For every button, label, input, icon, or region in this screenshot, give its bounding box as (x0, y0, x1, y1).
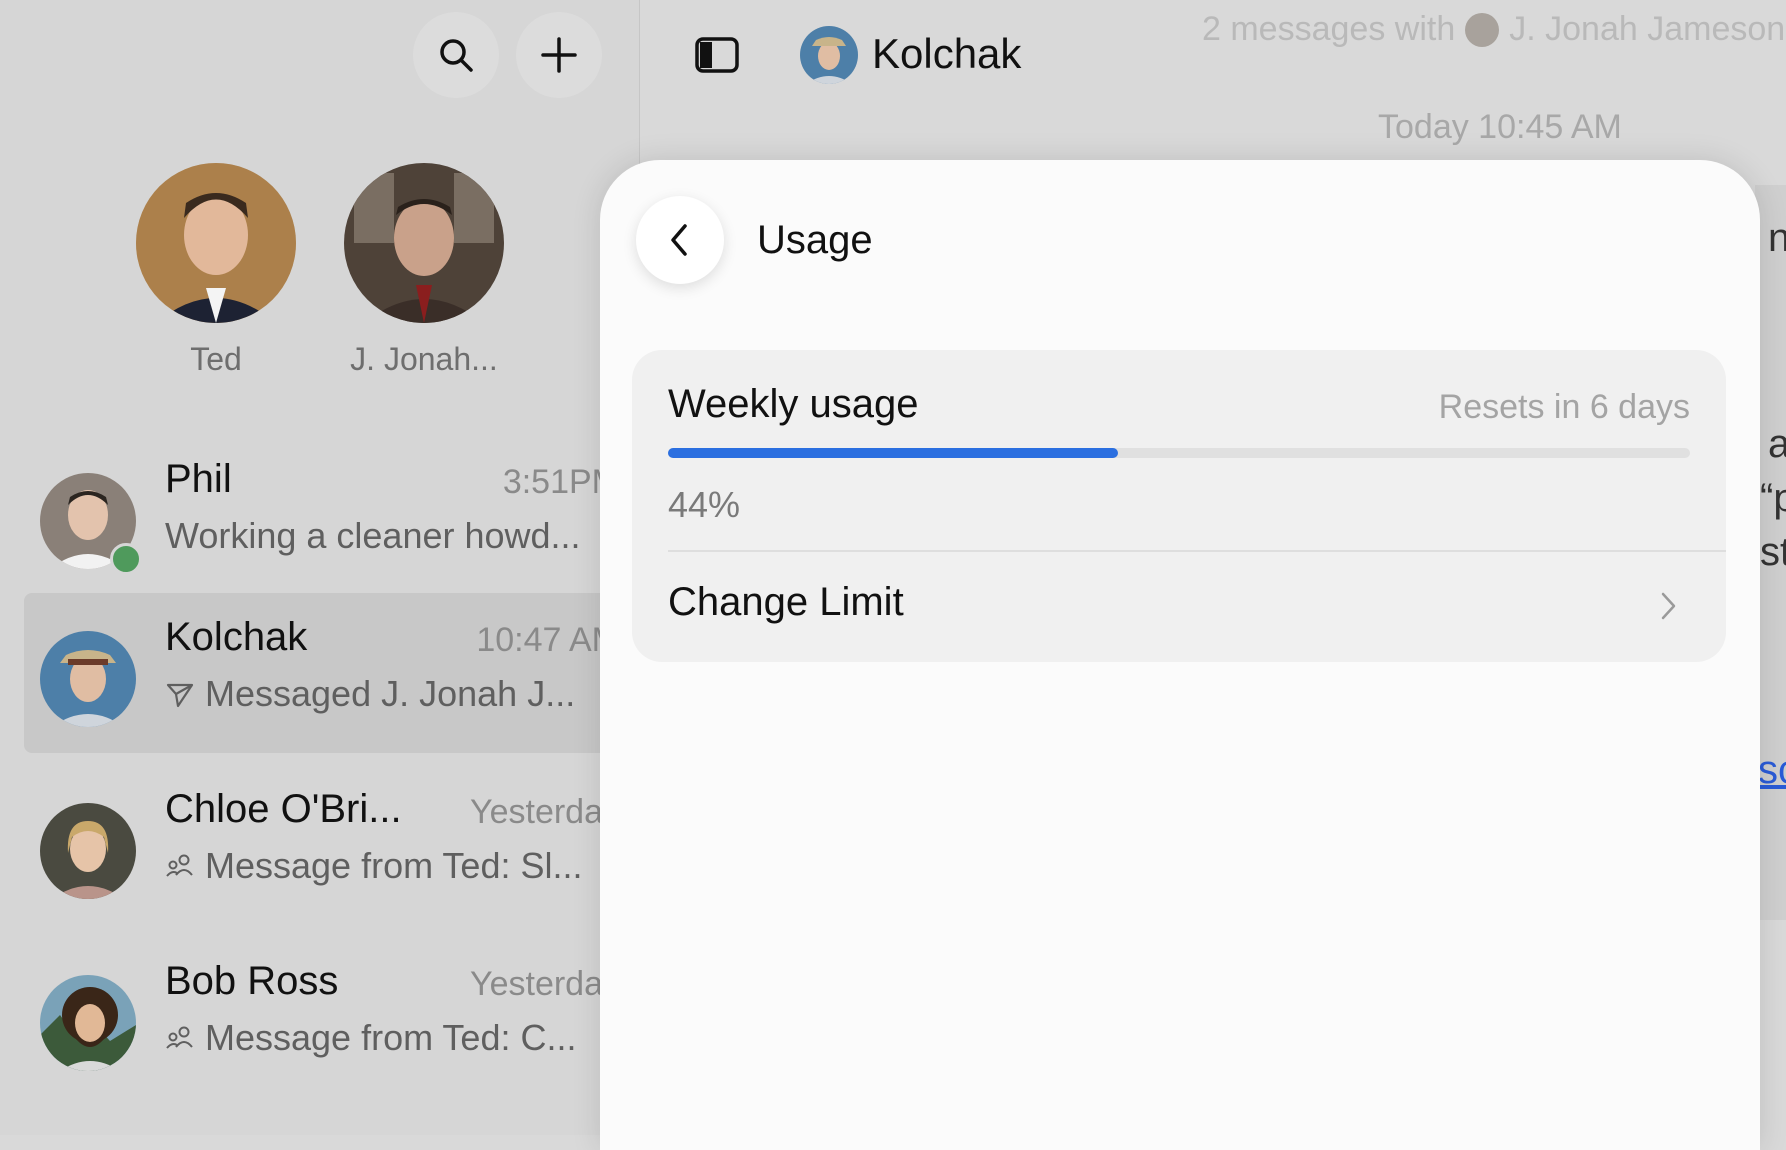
sidebar-toggle-button[interactable] (695, 36, 739, 79)
preview-text: Working a cleaner howd... (165, 515, 581, 556)
conversation-item-chloe[interactable]: Chloe O'Bri... Yesterday Message from Te… (24, 765, 640, 925)
avatar (40, 803, 136, 899)
usage-sheet: Usage Weekly usage Resets in 6 days 44% … (600, 160, 1760, 1150)
people-icon (166, 854, 193, 877)
new-chat-button[interactable] (516, 12, 602, 98)
usage-percent: 44% (668, 484, 741, 525)
usage-card: Weekly usage Resets in 6 days 44% Change… (632, 350, 1726, 662)
conversation-item-kolchak[interactable]: Kolchak 10:47 AM Messaged J. Jonah J... (24, 593, 640, 753)
contact-name: J. Jonah Jameson (1509, 10, 1786, 48)
send-icon (166, 683, 194, 708)
conversation-preview: Message from Ted: C... (165, 1017, 576, 1059)
avatar (40, 975, 136, 1071)
sidebar-icon (695, 37, 739, 73)
preview-text: Messaged J. Jonah J... (205, 673, 576, 714)
conversation-item-bob-ross[interactable]: Bob Ross Yesterday Message from Ted: C..… (24, 937, 640, 1097)
preview-text: Message from Ted: Sl... (205, 845, 583, 886)
conversation-name: Phil (165, 457, 232, 501)
avatar (40, 631, 136, 727)
weekly-usage-label: Weekly usage (668, 382, 919, 426)
message-count-banner: 2 messages with J. Jonah Jameson (1202, 10, 1785, 49)
message-link[interactable]: sc (1758, 748, 1786, 793)
chevron-left-icon (671, 224, 687, 256)
pinned-contact-name: Ted (190, 341, 242, 377)
change-limit-row[interactable]: Change Limit (668, 580, 904, 625)
pinned-contact-ted[interactable]: Ted (131, 163, 301, 378)
message-fragment: a (1768, 422, 1786, 466)
conversation-preview: Messaged J. Jonah J... (165, 673, 575, 715)
pinned-contact-j-jonah[interactable]: J. Jonah... (339, 163, 509, 378)
message-timestamp: Today 10:45 AM (1378, 108, 1622, 146)
conversation-name: Chloe O'Bri... (165, 787, 402, 831)
pinned-contact-name: J. Jonah... (350, 341, 498, 377)
search-icon (440, 39, 473, 72)
conversation-time: 10:47 AM (476, 621, 620, 659)
people-icon (166, 1026, 193, 1049)
avatar (344, 163, 504, 323)
search-button[interactable] (413, 12, 499, 98)
chat-title: Kolchak (872, 30, 1022, 77)
usage-progress-bar (668, 448, 1690, 458)
back-button[interactable] (636, 196, 724, 284)
conversation-preview: Working a cleaner howd... (165, 515, 581, 557)
chevron-right-icon (1661, 592, 1676, 620)
usage-progress-fill (668, 448, 1118, 458)
sheet-title: Usage (757, 218, 873, 262)
conversation-preview: Message from Ted: Sl... (165, 845, 583, 887)
divider (668, 550, 1726, 552)
conversation-item-phil[interactable]: Phil 3:51PM Working a cleaner howd... (24, 435, 640, 595)
avatar (1465, 12, 1500, 47)
conversation-name: Bob Ross (165, 959, 339, 1003)
message-fragment: n (1768, 216, 1786, 260)
online-indicator (110, 543, 142, 575)
header-avatar (800, 26, 858, 84)
message-fragment: st (1760, 530, 1786, 574)
avatar (136, 163, 296, 323)
sidebar: Ted J. Jonah... Phil 3:51PM Working a cl… (0, 0, 640, 1135)
conversation-time: Yesterday (470, 793, 620, 831)
conversation-name: Kolchak (165, 615, 308, 659)
message-fragment: “p (1760, 476, 1786, 520)
preview-text: Message from Ted: C... (205, 1017, 577, 1058)
reset-info: Resets in 6 days (1438, 388, 1690, 426)
message-count-text: 2 messages with (1202, 10, 1456, 48)
conversation-time: Yesterday (470, 965, 620, 1003)
plus-icon (541, 37, 577, 73)
